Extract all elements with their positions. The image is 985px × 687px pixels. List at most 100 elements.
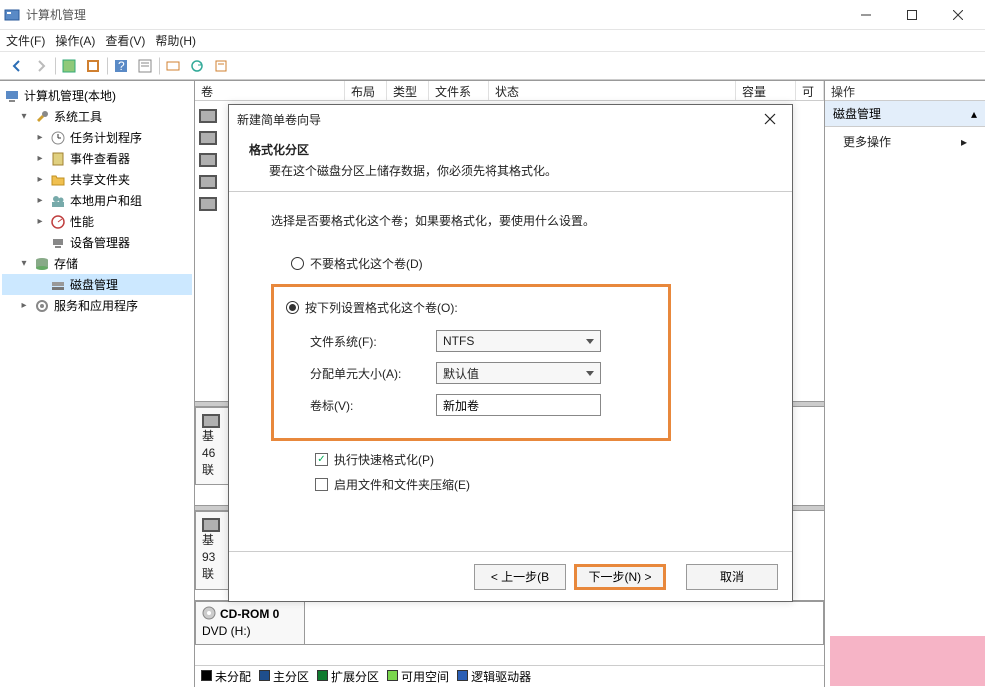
forward-button[interactable] (30, 55, 52, 77)
collapse-icon[interactable]: ▾ (18, 258, 30, 269)
radio-label: 不要格式化这个卷(D) (310, 255, 423, 272)
tree-shared-folders[interactable]: ▸ 共享文件夹 (2, 169, 192, 190)
expand-icon[interactable]: ▸ (18, 300, 30, 311)
actions-more[interactable]: 更多操作 ▸ (825, 127, 985, 156)
wizard-footer: < 上一步(B 下一步(N) > 取消 (229, 551, 792, 601)
list-item[interactable] (199, 175, 221, 189)
maximize-button[interactable] (889, 0, 935, 30)
refresh-icon[interactable] (186, 55, 208, 77)
tree-services-apps[interactable]: ▸ 服务和应用程序 (2, 295, 192, 316)
toolbar-icon-2[interactable] (82, 55, 104, 77)
col-free[interactable]: 可 (796, 81, 824, 100)
alloc-value: 默认值 (443, 365, 479, 382)
tree-device-manager[interactable]: 设备管理器 (2, 232, 192, 253)
tree-event-viewer[interactable]: ▸ 事件查看器 (2, 148, 192, 169)
next-button[interactable]: 下一步(N) > (574, 564, 666, 590)
radio-format[interactable]: 按下列设置格式化这个卷(O): (286, 295, 656, 320)
separator (158, 57, 160, 75)
toolbar-icon-4[interactable] (162, 55, 184, 77)
chevron-right-icon: ▸ (961, 135, 967, 149)
tree-label: 设备管理器 (70, 234, 130, 251)
expand-icon[interactable]: ▸ (34, 216, 46, 227)
col-fs[interactable]: 文件系统 (429, 81, 489, 100)
checkbox-icon: ✓ (315, 453, 328, 466)
chevron-down-icon (586, 339, 594, 344)
cdrom-row: CD-ROM 0 DVD (H:) (195, 600, 824, 645)
window-title: 计算机管理 (26, 6, 843, 23)
drive-icon (202, 414, 220, 428)
expand-icon[interactable]: ▸ (34, 153, 46, 164)
checkbox-compress[interactable]: 启用文件和文件夹压缩(E) (315, 476, 750, 493)
folder-icon (50, 172, 66, 188)
tree-performance[interactable]: ▸ 性能 (2, 211, 192, 232)
toolbar-icon-1[interactable] (58, 55, 80, 77)
expand-icon[interactable]: ▸ (34, 174, 46, 185)
col-capacity[interactable]: 容量 (736, 81, 796, 100)
tree-disk-management[interactable]: 磁盘管理 (2, 274, 192, 295)
tree-sys-tools[interactable]: ▾ 系统工具 (2, 106, 192, 127)
drive-icon (199, 109, 217, 123)
fs-label: 文件系统(F): (286, 333, 436, 350)
wizard-title-text: 新建简单卷向导 (237, 111, 756, 128)
radio-icon (286, 301, 299, 314)
list-item[interactable] (199, 109, 221, 123)
drive-icon (199, 131, 217, 145)
checkbox-quick-format[interactable]: ✓ 执行快速格式化(P) (315, 451, 750, 468)
col-type[interactable]: 类型 (387, 81, 429, 100)
radio-icon (291, 257, 304, 270)
wizard-body-desc: 选择是否要格式化这个卷；如果要格式化，要使用什么设置。 (271, 212, 750, 229)
menu-file[interactable]: 文件(F) (6, 32, 45, 49)
row-volume-label: 卷标(V): (286, 394, 656, 416)
menu-view[interactable]: 查看(V) (105, 32, 145, 49)
tree-label: 计算机管理(本地) (24, 87, 116, 104)
volume-list-header: 卷 布局 类型 文件系统 状态 容量 可 (195, 81, 824, 101)
vol-input[interactable] (436, 394, 601, 416)
svg-text:?: ? (118, 59, 125, 73)
wizard-close-button[interactable] (756, 105, 784, 133)
col-status[interactable]: 状态 (489, 81, 736, 100)
back-button[interactable]: < 上一步(B (474, 564, 566, 590)
tree-task-scheduler[interactable]: ▸ 任务计划程序 (2, 127, 192, 148)
radio-no-format[interactable]: 不要格式化这个卷(D) (291, 251, 750, 276)
legend-unallocated: 未分配 (201, 668, 251, 685)
list-item[interactable] (199, 153, 221, 167)
tree-label: 性能 (70, 213, 94, 230)
help-icon[interactable]: ? (110, 55, 132, 77)
tree-label: 本地用户和组 (70, 192, 142, 209)
legend-bar: 未分配 主分区 扩展分区 可用空间 逻辑驱动器 (195, 665, 824, 687)
tree-storage[interactable]: ▾ 存储 (2, 253, 192, 274)
cdrom-drive: DVD (H:) (202, 624, 298, 640)
legend-free: 可用空间 (387, 668, 449, 685)
collapse-icon[interactable]: ▾ (18, 111, 30, 122)
expand-icon[interactable]: ▸ (34, 132, 46, 143)
col-layout[interactable]: 布局 (345, 81, 387, 100)
storage-icon (34, 256, 50, 272)
menu-help[interactable]: 帮助(H) (155, 32, 196, 49)
disk-mgmt-icon (50, 277, 66, 293)
decorative-strip (830, 636, 985, 686)
expand-icon[interactable]: ▸ (34, 195, 46, 206)
minimize-button[interactable] (843, 0, 889, 30)
cdrom-stub[interactable]: CD-ROM 0 DVD (H:) (195, 601, 305, 645)
col-volume[interactable]: 卷 (195, 81, 345, 100)
radio-label: 按下列设置格式化这个卷(O): (305, 299, 458, 316)
close-button[interactable] (935, 0, 981, 30)
toolbar-icon-3[interactable] (134, 55, 156, 77)
back-button[interactable] (6, 55, 28, 77)
checkbox-label: 执行快速格式化(P) (334, 451, 434, 468)
tree-root[interactable]: 计算机管理(本地) (2, 85, 192, 106)
toolbar-icon-5[interactable] (210, 55, 232, 77)
menu-action[interactable]: 操作(A) (55, 32, 95, 49)
actions-section-disk[interactable]: 磁盘管理 ▴ (825, 101, 985, 127)
drive-icon (199, 197, 217, 211)
wizard-section-desc: 要在这个磁盘分区上储存数据，你必须先将其格式化。 (249, 162, 772, 179)
list-item[interactable] (199, 131, 221, 145)
checkbox-label: 启用文件和文件夹压缩(E) (334, 476, 470, 493)
actions-header: 操作 (825, 81, 985, 101)
tree-local-users[interactable]: ▸ 本地用户和组 (2, 190, 192, 211)
cancel-button[interactable]: 取消 (686, 564, 778, 590)
actions-section-label: 磁盘管理 (833, 105, 881, 122)
list-item[interactable] (199, 197, 221, 211)
fs-select[interactable]: NTFS (436, 330, 601, 352)
alloc-select[interactable]: 默认值 (436, 362, 601, 384)
